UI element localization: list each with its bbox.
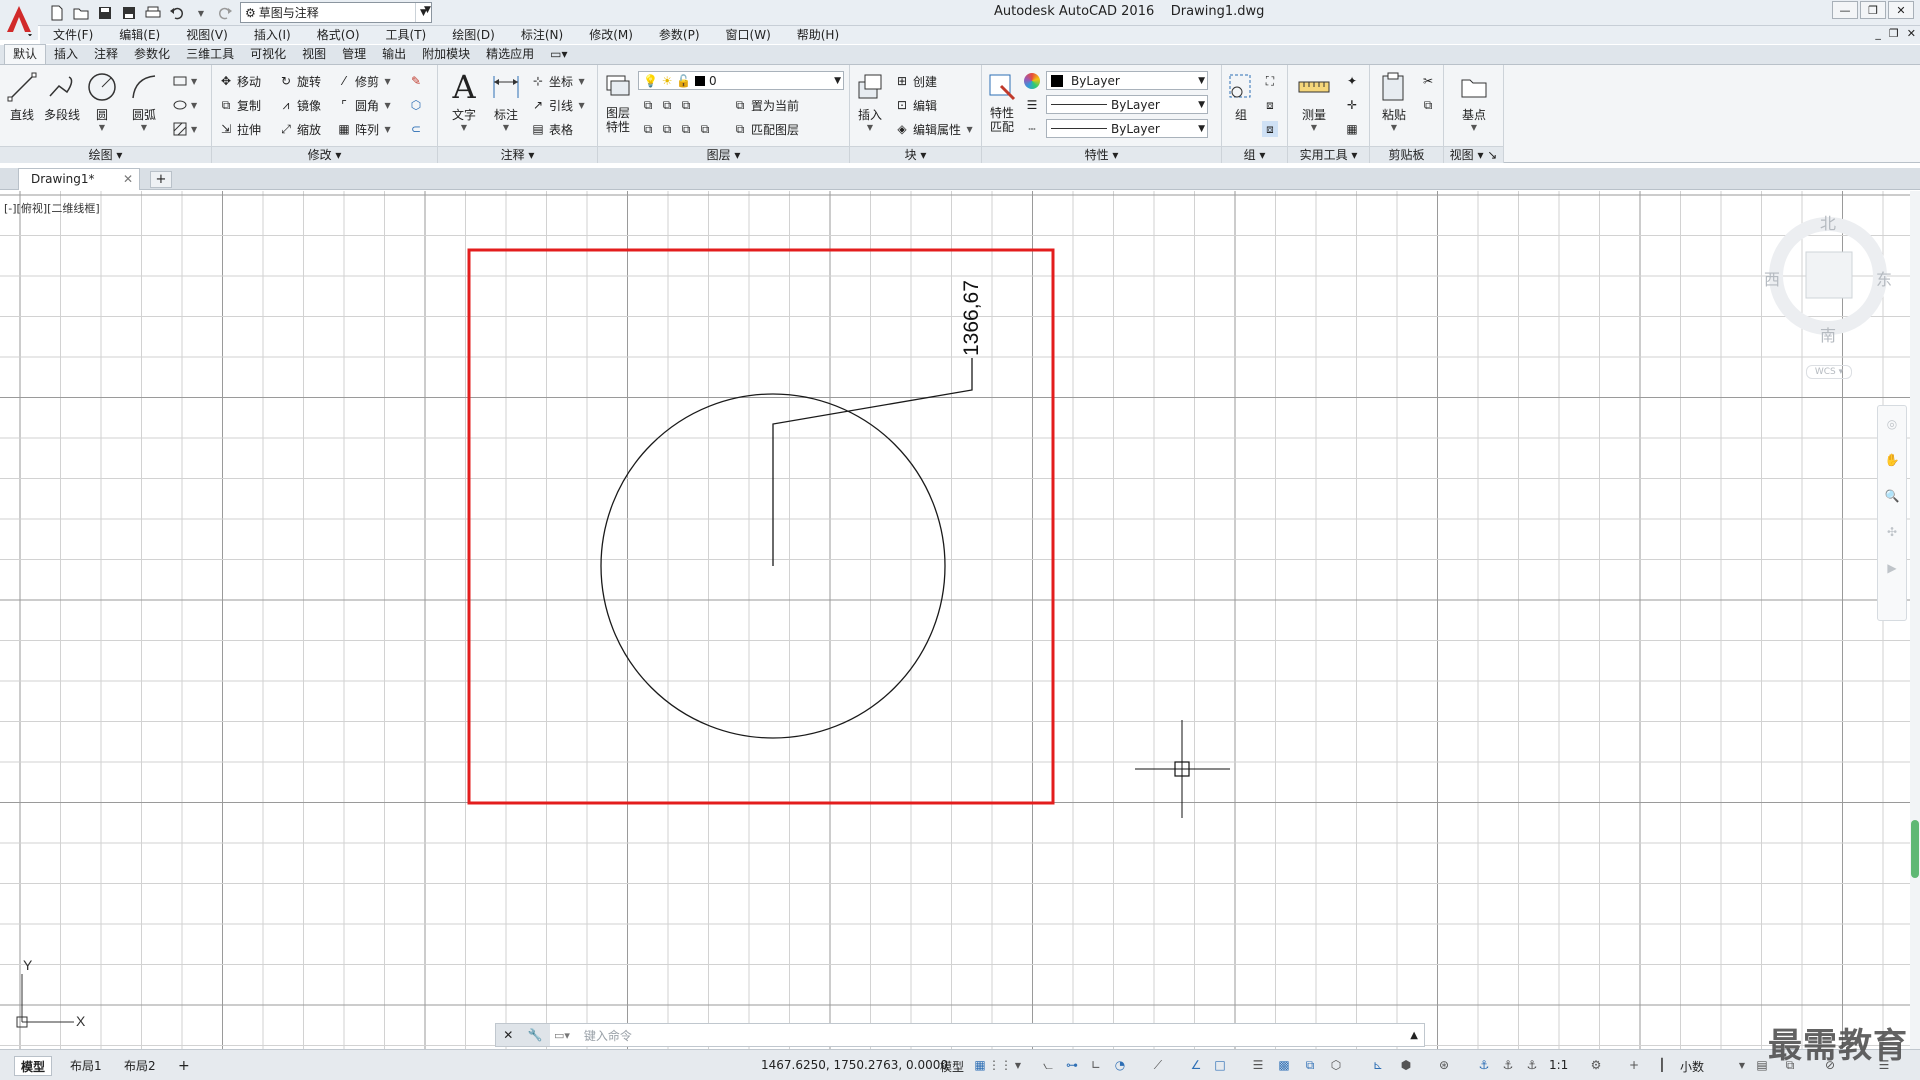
command-input[interactable]: 键入命令 <box>574 1027 1410 1044</box>
steering-wheel-icon[interactable]: ◎ <box>1878 406 1906 442</box>
pan-icon[interactable]: ✋ <box>1878 442 1906 478</box>
status-bar: 模型 布局1 布局2 + 1467.6250, 1750.2763, 0.000… <box>0 1049 1920 1080</box>
object-snap-icon[interactable]: □ <box>1212 1057 1228 1073</box>
ortho-icon[interactable]: ∟ <box>1088 1057 1104 1073</box>
viewcube-north[interactable]: 北 <box>1820 210 1836 234</box>
add-layout-button[interactable]: + <box>172 1056 196 1076</box>
units-select[interactable]: 小数 <box>1680 1058 1704 1075</box>
command-history-icon[interactable]: ▲ <box>1410 1030 1424 1041</box>
viewcube[interactable]: 北 西 东 南 WCS ▾ <box>1760 210 1892 380</box>
annotation-scale-select[interactable]: 1:1 <box>1549 1058 1568 1072</box>
selection-cycling-icon[interactable]: ⧉ <box>1302 1057 1318 1073</box>
isometric-icon[interactable]: ⟋ <box>1150 1057 1166 1073</box>
object-snap-tracking-icon[interactable]: ∠ <box>1188 1057 1204 1073</box>
infer-constraints-icon[interactable]: ⦦ <box>1040 1057 1056 1073</box>
transparency-icon[interactable]: ▩ <box>1276 1057 1292 1073</box>
drawing-objects: 1366,67 <box>467 248 1230 818</box>
command-line: ✕ 🔧 ▭▾ 键入命令 ▲ <box>495 1023 1425 1047</box>
dynamic-ucs-icon[interactable]: ⊾ <box>1370 1057 1386 1073</box>
model-space-toggle[interactable]: 模型 <box>940 1058 964 1075</box>
showmotion-icon[interactable]: ▶ <box>1878 550 1906 586</box>
gizmo-icon[interactable]: ⊛ <box>1436 1057 1452 1073</box>
3d-object-snap-icon[interactable]: ⬡ <box>1328 1057 1344 1073</box>
ucs-x-label: X <box>76 1013 86 1029</box>
dropdown-icon[interactable]: ▼ <box>1734 1057 1750 1073</box>
viewcube-west[interactable]: 西 <box>1764 266 1780 290</box>
zoom-icon[interactable]: 🔍 <box>1878 478 1906 514</box>
wrench-icon[interactable]: 🔧 <box>528 1028 543 1042</box>
crosshair-cursor <box>1135 720 1230 818</box>
plus-icon[interactable]: + <box>1626 1057 1642 1073</box>
dimension-text[interactable]: 1366,67 <box>960 280 983 356</box>
layout-tab-layout2[interactable]: 布局2 <box>118 1056 162 1076</box>
navigation-bar: ◎ ✋ 🔍 ✣ ▶ <box>1877 405 1907 621</box>
watermark-logo: 最需教育 <box>1768 1026 1908 1066</box>
annotation-visibility-icon[interactable]: ⚓ <box>1476 1057 1492 1073</box>
dynamic-input-icon[interactable]: ⊶ <box>1064 1057 1080 1073</box>
viewcube-south[interactable]: 南 <box>1820 322 1836 346</box>
coordinate-readout[interactable]: 1467.6250, 1750.2763, 0.0000 <box>761 1058 948 1072</box>
lineweight-toggle-icon[interactable]: ☰ <box>1250 1057 1266 1073</box>
close-icon[interactable]: ✕ <box>503 1028 513 1042</box>
hardware-acceleration-icon[interactable]: ┃ <box>1654 1057 1670 1073</box>
vertical-scrollbar[interactable] <box>1910 191 1920 1049</box>
dropdown-icon[interactable]: ▼ <box>1010 1057 1026 1073</box>
orbit-icon[interactable]: ✣ <box>1878 514 1906 550</box>
viewcube-east[interactable]: 东 <box>1876 266 1892 290</box>
ucs-y-label: Y <box>23 960 33 973</box>
wcs-menu[interactable]: WCS ▾ <box>1806 365 1852 379</box>
layout-tab-layout1[interactable]: 布局1 <box>64 1056 108 1076</box>
selection-filter-icon[interactable]: ⬢ <box>1398 1057 1414 1073</box>
ucs-icon: Y X <box>14 957 94 1030</box>
polar-tracking-icon[interactable]: ◔ <box>1112 1057 1128 1073</box>
auto-scale-icon[interactable]: ⚓ <box>1500 1057 1516 1073</box>
grid-icon[interactable]: ▦ <box>972 1057 988 1073</box>
command-prompt-icon[interactable]: ▭▾ <box>550 1029 574 1042</box>
layout-tab-model[interactable]: 模型 <box>14 1056 53 1076</box>
annotation-scale-icon[interactable]: ⚓ <box>1524 1057 1540 1073</box>
workspace-switching-gear-icon[interactable]: ⚙ <box>1588 1057 1604 1073</box>
scrollbar-thumb[interactable] <box>1911 820 1919 878</box>
snap-icon[interactable]: ⋮⋮ <box>988 1057 1012 1073</box>
command-line-controls: ✕ 🔧 <box>496 1024 550 1046</box>
